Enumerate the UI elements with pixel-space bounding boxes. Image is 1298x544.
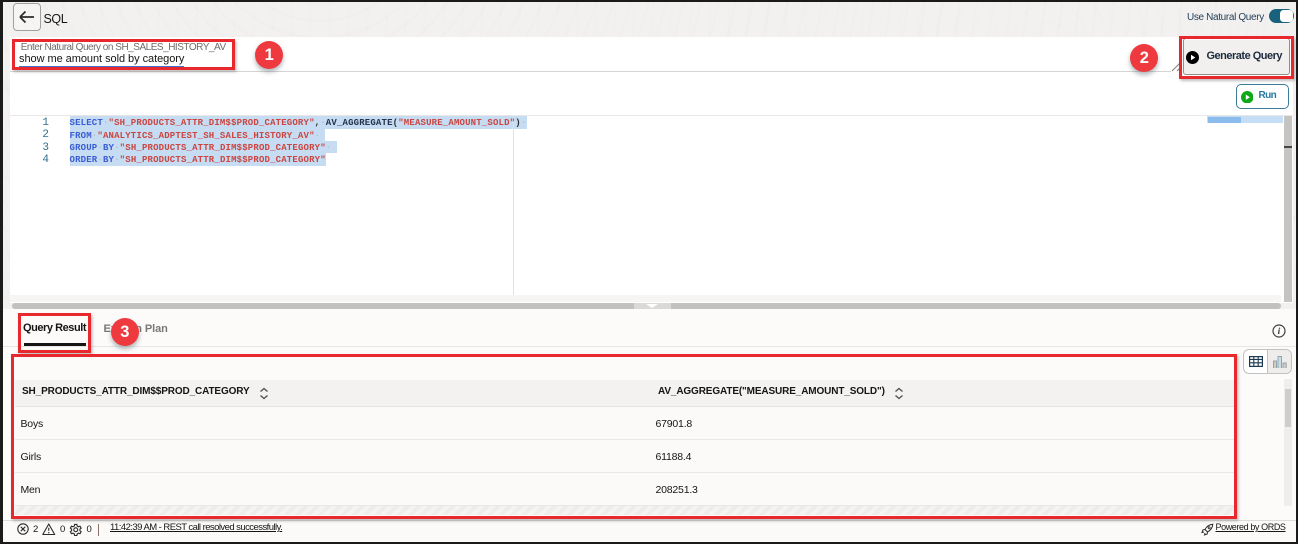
svg-text:i: i [1277,327,1280,337]
